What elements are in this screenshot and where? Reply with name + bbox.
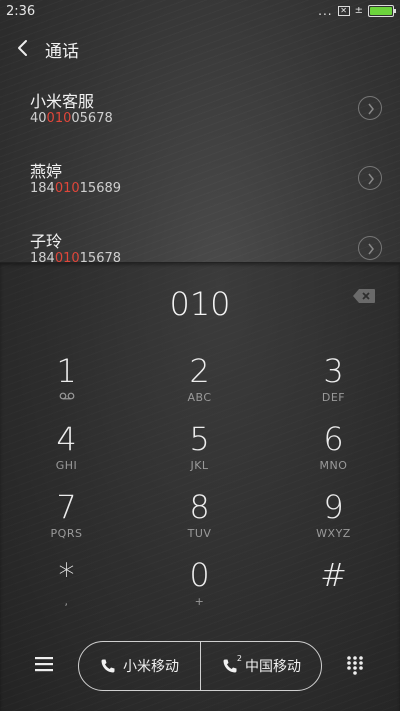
call-button-group: 小米移动 2 中国移动 <box>78 641 322 691</box>
number-suffix: 05678 <box>71 111 113 126</box>
no-sim-icon: ✕ <box>337 6 350 16</box>
contact-number: 18401015678 <box>30 251 121 262</box>
phone-sim1-icon <box>101 659 115 673</box>
contact-row[interactable]: 小米客服 4001005678 <box>0 72 400 142</box>
key-digit: # <box>320 556 347 594</box>
key-digit: * <box>58 556 75 594</box>
key-digit: 5 <box>189 420 210 458</box>
chevron-right-icon <box>368 243 374 255</box>
number-match-highlight: 010 <box>54 181 80 196</box>
backspace-icon[interactable] <box>352 288 376 304</box>
contact-name: 子玲 <box>30 232 63 251</box>
key-letters: GHI <box>55 459 78 472</box>
phone-sim2-icon: 2 <box>222 654 242 674</box>
status-bar: 2:36 ... ✕ ± <box>0 0 400 24</box>
key-letters: JKL <box>190 459 209 472</box>
dial-key-0[interactable]: 0 + <box>133 557 266 625</box>
number-suffix: 15678 <box>79 251 122 262</box>
number-prefix: 40 <box>30 111 47 126</box>
contact-number: 4001005678 <box>30 111 113 126</box>
key-letters: TUV <box>187 527 212 540</box>
number-match-highlight: 010 <box>46 111 72 126</box>
number-suffix: 15689 <box>79 181 122 196</box>
status-icons: ... ✕ ± <box>318 4 396 18</box>
number-prefix: 184 <box>30 251 55 262</box>
dial-key-6[interactable]: 6 MNO <box>267 421 400 489</box>
key-digit: 9 <box>323 488 344 526</box>
key-digit: 7 <box>56 488 77 526</box>
key-letters <box>267 595 400 609</box>
key-letters: WXYZ <box>316 527 351 540</box>
contact-detail-button[interactable] <box>358 236 382 260</box>
header: 通话 <box>0 30 400 66</box>
key-letters: PQRS <box>50 527 83 540</box>
dial-key-5[interactable]: 5 JKL <box>133 421 266 489</box>
chevron-right-icon <box>368 103 374 115</box>
voicemail-icon <box>0 391 133 405</box>
bottom-bar: 小米移动 2 中国移动 <box>0 640 400 692</box>
charging-icon: ± <box>354 5 363 16</box>
dial-key-7[interactable]: 7 PQRS <box>0 489 133 557</box>
notification-dots-icon: ... <box>318 4 333 18</box>
sim2-carrier-label: 中国移动 <box>245 659 301 675</box>
menu-icon[interactable] <box>34 654 54 674</box>
sim2-number: 2 <box>236 654 242 663</box>
battery-level <box>370 7 392 15</box>
contact-row[interactable]: 子玲 18401015678 <box>0 212 400 262</box>
dial-key-4[interactable]: 4 GHI <box>0 421 133 489</box>
contact-name: 燕婷 <box>30 162 63 181</box>
number-match-highlight: 010 <box>54 251 80 262</box>
number-prefix: 184 <box>30 181 55 196</box>
key-digit: 3 <box>323 352 344 390</box>
chevron-right-icon <box>368 173 374 185</box>
key-digit: 0 <box>189 556 210 594</box>
key-letters: ABC <box>187 391 212 404</box>
dial-key-3[interactable]: 3 DEF <box>267 353 400 421</box>
page-title: 通话 <box>45 42 79 62</box>
dial-key-star[interactable]: * , <box>0 557 133 625</box>
key-digit: 8 <box>189 488 210 526</box>
contact-detail-button[interactable] <box>358 96 382 120</box>
contact-name: 小米客服 <box>30 92 95 111</box>
dialed-number: 010 <box>169 285 231 323</box>
battery-icon <box>368 5 396 17</box>
key-digit: 1 <box>56 352 77 390</box>
key-letters: , <box>64 595 69 608</box>
contact-row[interactable]: 燕婷 18401015689 <box>0 142 400 212</box>
contact-number: 18401015689 <box>30 181 121 196</box>
contact-results-list: 小米客服 4001005678 燕婷 18401015689 子玲 184010… <box>0 72 400 262</box>
key-digit: 2 <box>189 352 210 390</box>
key-digit: 4 <box>56 420 77 458</box>
key-letters: DEF <box>321 391 346 404</box>
keypad-icon[interactable] <box>346 655 364 675</box>
sim1-carrier-label: 小米移动 <box>123 659 179 675</box>
call-sim2-button[interactable]: 2 中国移动 <box>201 642 322 690</box>
dial-key-1[interactable]: 1 <box>0 353 133 421</box>
call-sim1-button[interactable]: 小米移动 <box>79 642 200 690</box>
contact-detail-button[interactable] <box>358 166 382 190</box>
key-letters: MNO <box>319 459 348 472</box>
dial-key-9[interactable]: 9 WXYZ <box>267 489 400 557</box>
back-arrow-icon[interactable] <box>15 38 31 58</box>
dial-key-2[interactable]: 2 ABC <box>133 353 266 421</box>
dial-key-hash[interactable]: # <box>267 557 400 625</box>
key-letters: + <box>194 595 205 608</box>
key-digit: 6 <box>323 420 344 458</box>
dial-key-8[interactable]: 8 TUV <box>133 489 266 557</box>
status-time: 2:36 <box>6 4 36 19</box>
